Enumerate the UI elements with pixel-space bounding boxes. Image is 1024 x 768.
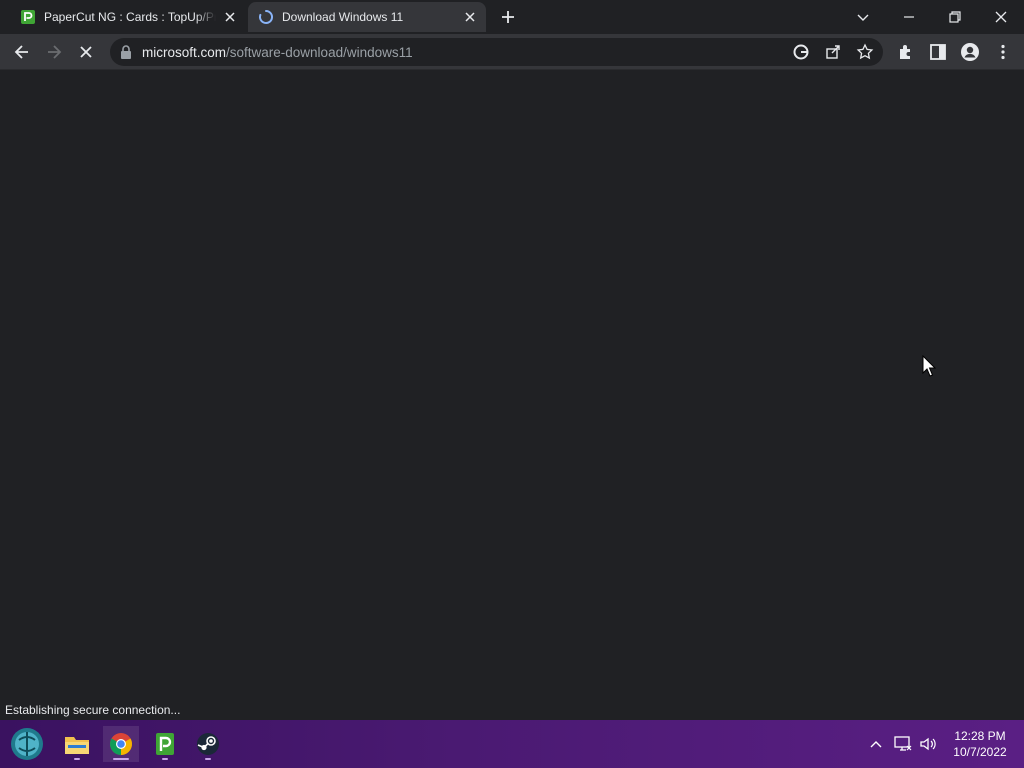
side-panel-icon[interactable] — [928, 42, 948, 62]
tab-papercut[interactable]: PaperCut NG : Cards : TopUp/Pre-paid — [10, 2, 246, 32]
menu-kebab-icon[interactable] — [993, 42, 1013, 62]
url-host: microsoft.com — [142, 45, 227, 60]
papercut-icon — [156, 733, 174, 755]
chrome-icon — [110, 733, 132, 755]
clock-time: 12:28 PM — [954, 729, 1006, 743]
address-bar[interactable]: microsoft.com/software-download/windows1… — [110, 38, 883, 66]
restore-icon[interactable] — [945, 7, 965, 27]
taskbar-papercut[interactable] — [147, 726, 183, 762]
google-lens-icon[interactable] — [792, 43, 810, 61]
active-indicator — [113, 758, 129, 760]
volume-icon[interactable] — [918, 734, 938, 754]
close-tab-icon[interactable] — [222, 9, 238, 25]
show-hidden-icons-chevron-up-icon[interactable] — [866, 734, 886, 754]
tab-download-windows[interactable]: Download Windows 11 — [248, 2, 486, 32]
page-content: Establishing secure connection... — [0, 70, 1024, 720]
minimize-icon[interactable] — [899, 7, 919, 27]
loading-spinner-icon — [259, 9, 273, 24]
running-indicator — [205, 758, 211, 760]
tab-title: PaperCut NG : Cards : TopUp/Pre-paid — [44, 10, 216, 24]
stop-loading-icon[interactable] — [76, 42, 96, 62]
url-text[interactable]: microsoft.com/software-download/windows1… — [142, 45, 413, 60]
system-clock[interactable]: 12:28 PM 10/7/2022 — [944, 728, 1016, 760]
extensions-puzzle-icon[interactable] — [896, 42, 916, 62]
bookmark-star-icon[interactable] — [856, 43, 874, 61]
folder-icon — [65, 737, 89, 754]
close-window-icon[interactable] — [991, 7, 1011, 27]
share-icon[interactable] — [824, 43, 842, 61]
close-tab-icon[interactable] — [462, 9, 478, 25]
papercut-icon — [21, 10, 35, 24]
profile-avatar-icon[interactable] — [960, 42, 980, 62]
running-indicator — [162, 758, 168, 760]
tab-search-chevron-icon[interactable] — [853, 7, 873, 27]
start-button[interactable] — [8, 725, 46, 763]
back-arrow-icon[interactable] — [12, 42, 32, 62]
clock-date: 10/7/2022 — [953, 745, 1007, 759]
new-tab-icon[interactable] — [500, 9, 516, 25]
taskbar-file-explorer[interactable] — [59, 726, 95, 762]
browser-toolbar: microsoft.com/software-download/windows1… — [0, 34, 1024, 70]
steam-icon — [197, 733, 219, 755]
url-path: /software-download/windows11 — [226, 45, 413, 60]
mouse-cursor-icon — [922, 355, 936, 377]
tab-strip: PaperCut NG : Cards : TopUp/Pre-paid Dow… — [0, 0, 1024, 34]
running-indicator — [74, 758, 80, 760]
network-icon[interactable] — [893, 734, 913, 754]
tab-title: Download Windows 11 — [282, 10, 404, 24]
windows-taskbar: 12:28 PM 10/7/2022 — [0, 720, 1024, 768]
taskbar-chrome[interactable] — [103, 726, 139, 762]
taskbar-steam[interactable] — [190, 726, 226, 762]
status-bubble: Establishing secure connection... — [0, 700, 187, 720]
forward-arrow-icon[interactable] — [44, 42, 64, 62]
lock-icon[interactable] — [120, 45, 132, 59]
start-orb-icon — [11, 728, 43, 760]
